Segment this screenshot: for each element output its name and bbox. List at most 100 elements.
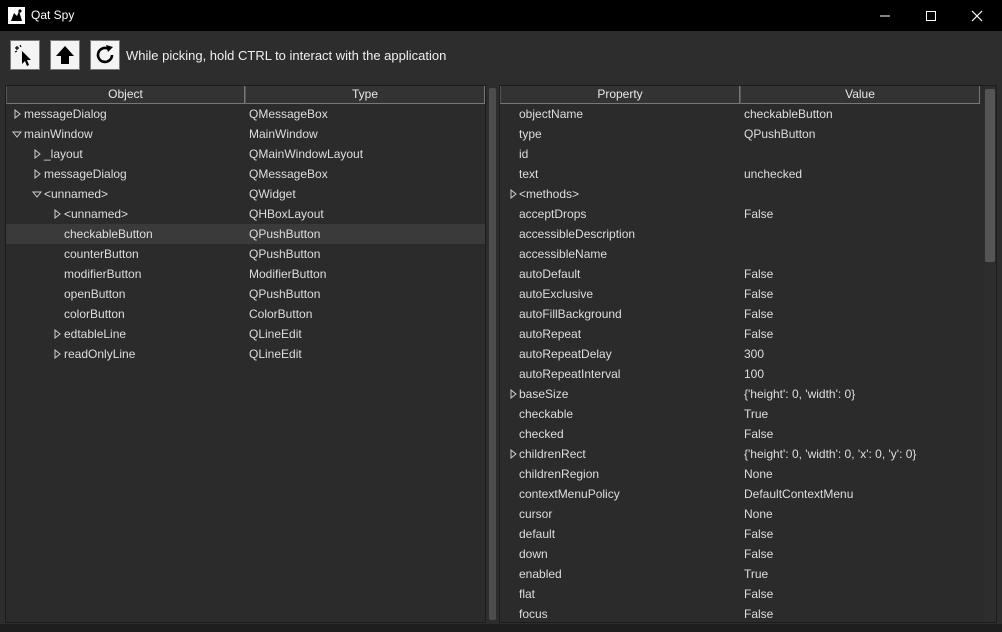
property-table-scroll-thumb[interactable] <box>985 89 995 262</box>
property-table[interactable]: Property Value objectName checkableButton… <box>499 85 997 623</box>
property-value[interactable]: False <box>744 584 773 604</box>
collapsed-arrow-icon[interactable] <box>31 144 43 164</box>
tree-row[interactable]: modifierButton ModifierButton <box>6 264 485 284</box>
select-parent-button[interactable] <box>50 40 80 70</box>
object-tree-scroll-thumb[interactable] <box>489 88 496 620</box>
property-row[interactable]: accessibleName <box>500 244 996 264</box>
property-value[interactable]: {'height': 0, 'width': 0, 'x': 0, 'y': 0… <box>744 444 916 464</box>
close-button[interactable] <box>954 0 1000 31</box>
value-column-header[interactable]: Value <box>740 86 980 104</box>
property-row[interactable]: childrenRegion None <box>500 464 996 484</box>
tree-row[interactable]: edtableLine QLineEdit <box>6 324 485 344</box>
tree-row[interactable]: mainWindow MainWindow <box>6 124 485 144</box>
tree-row[interactable]: _layout QMainWindowLayout <box>6 144 485 164</box>
title-bar[interactable]: Qat Spy <box>0 0 1002 31</box>
collapsed-arrow-icon[interactable] <box>51 344 63 364</box>
property-value[interactable]: DefaultContextMenu <box>744 484 853 504</box>
collapsed-arrow-icon[interactable] <box>507 384 519 404</box>
property-row[interactable]: flat False <box>500 584 996 604</box>
property-row[interactable]: checked False <box>500 424 996 444</box>
property-row[interactable]: id <box>500 144 996 164</box>
property-row[interactable]: contextMenuPolicy DefaultContextMenu <box>500 484 996 504</box>
object-type: QPushButton <box>249 247 321 261</box>
object-tree[interactable]: Object Type messageDialog QMessageBox main… <box>5 85 486 623</box>
property-value[interactable]: True <box>744 564 768 584</box>
property-value[interactable]: unchecked <box>744 164 802 184</box>
property-value[interactable]: None <box>744 504 773 524</box>
property-row[interactable]: autoDefault False <box>500 264 996 284</box>
property-value[interactable]: None <box>744 464 773 484</box>
property-name: focus <box>519 607 548 621</box>
property-value[interactable]: False <box>744 264 773 284</box>
property-row[interactable]: accessibleDescription <box>500 224 996 244</box>
type-column-header[interactable]: Type <box>245 86 485 104</box>
maximize-button[interactable] <box>908 0 954 31</box>
property-value[interactable]: 100 <box>744 364 764 384</box>
tree-row[interactable]: openButton QPushButton <box>6 284 485 304</box>
property-row[interactable]: acceptDrops False <box>500 204 996 224</box>
property-row[interactable]: autoExclusive False <box>500 284 996 304</box>
property-row[interactable]: autoFillBackground False <box>500 304 996 324</box>
property-value[interactable]: True <box>744 404 768 424</box>
expanded-arrow-icon[interactable] <box>11 124 23 144</box>
property-value[interactable]: 300 <box>744 344 764 364</box>
property-name: accessibleDescription <box>519 227 636 241</box>
collapsed-arrow-icon[interactable] <box>31 164 43 184</box>
property-value[interactable]: False <box>744 544 773 564</box>
property-name: down <box>519 547 548 561</box>
object-type: MainWindow <box>249 127 318 141</box>
minimize-icon <box>880 15 890 17</box>
property-column-header[interactable]: Property <box>500 86 740 104</box>
tree-row[interactable]: checkableButton QPushButton <box>6 224 485 244</box>
property-row[interactable]: default False <box>500 524 996 544</box>
minimize-button[interactable] <box>862 0 908 31</box>
property-row[interactable]: type QPushButton <box>500 124 996 144</box>
tree-row[interactable]: counterButton QPushButton <box>6 244 485 264</box>
property-row[interactable]: checkable True <box>500 404 996 424</box>
property-value[interactable]: False <box>744 424 773 444</box>
collapsed-arrow-icon[interactable] <box>11 104 23 124</box>
tree-row[interactable]: colorButton ColorButton <box>6 304 485 324</box>
property-value[interactable]: checkableButton <box>744 104 833 124</box>
object-name: counterButton <box>64 247 139 261</box>
property-value[interactable]: False <box>744 604 773 622</box>
tree-row[interactable]: <unnamed> QWidget <box>6 184 485 204</box>
tree-row[interactable]: readOnlyLine QLineEdit <box>6 344 485 364</box>
toolbar: While picking, hold CTRL to interact wit… <box>0 31 1002 82</box>
property-value[interactable]: False <box>744 524 773 544</box>
pick-cursor-icon <box>14 44 31 66</box>
object-column-header[interactable]: Object <box>6 86 245 104</box>
property-row[interactable]: autoRepeatInterval 100 <box>500 364 996 384</box>
property-value[interactable]: False <box>744 324 773 344</box>
property-value[interactable]: QPushButton <box>744 124 815 144</box>
property-row[interactable]: autoRepeatDelay 300 <box>500 344 996 364</box>
property-row[interactable]: enabled True <box>500 564 996 584</box>
object-type: QPushButton <box>249 227 321 241</box>
property-value[interactable]: False <box>744 204 773 224</box>
property-row[interactable]: autoRepeat False <box>500 324 996 344</box>
property-value[interactable]: False <box>744 284 773 304</box>
collapsed-arrow-icon[interactable] <box>507 444 519 464</box>
collapsed-arrow-icon[interactable] <box>51 324 63 344</box>
property-name: flat <box>519 587 536 601</box>
collapsed-arrow-icon[interactable] <box>51 204 63 224</box>
property-value[interactable]: {'height': 0, 'width': 0} <box>744 384 855 404</box>
property-name: type <box>519 127 542 141</box>
property-row[interactable]: childrenRect {'height': 0, 'width': 0, 'x… <box>500 444 996 464</box>
property-value[interactable]: False <box>744 304 773 324</box>
property-row[interactable]: text unchecked <box>500 164 996 184</box>
property-row[interactable]: baseSize {'height': 0, 'width': 0} <box>500 384 996 404</box>
refresh-button[interactable] <box>90 40 120 70</box>
property-row[interactable]: focus False <box>500 604 996 622</box>
property-row[interactable]: <methods> <box>500 184 996 204</box>
pick-widget-button[interactable] <box>10 40 40 70</box>
tree-row[interactable]: messageDialog QMessageBox <box>6 104 485 124</box>
property-row[interactable]: cursor None <box>500 504 996 524</box>
app-icon <box>8 7 25 24</box>
property-row[interactable]: objectName checkableButton <box>500 104 996 124</box>
tree-row[interactable]: messageDialog QMessageBox <box>6 164 485 184</box>
tree-row[interactable]: <unnamed> QHBoxLayout <box>6 204 485 224</box>
collapsed-arrow-icon[interactable] <box>507 184 519 204</box>
expanded-arrow-icon[interactable] <box>31 184 43 204</box>
property-row[interactable]: down False <box>500 544 996 564</box>
